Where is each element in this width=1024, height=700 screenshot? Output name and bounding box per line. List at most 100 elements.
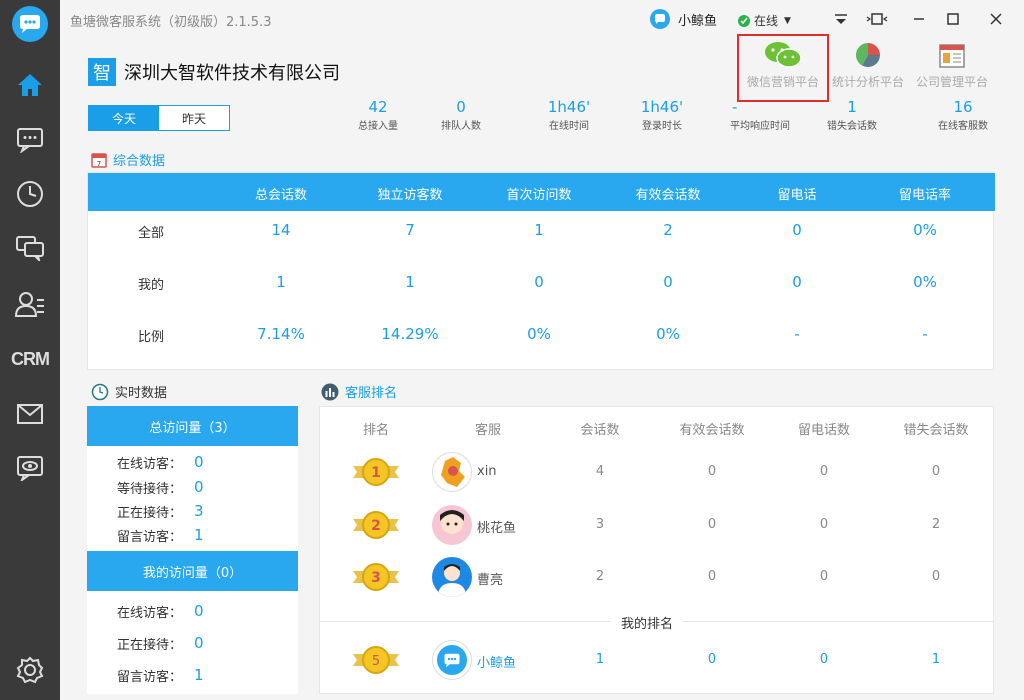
rank-cell: 0 — [707, 652, 717, 667]
row-label: 比例 — [138, 330, 165, 345]
day-tabs: 今天 昨天 — [88, 105, 230, 131]
stat-value: 1 — [847, 98, 857, 116]
agent-avatar — [432, 640, 472, 680]
agent-name: 曹亮 — [477, 573, 504, 588]
rank-cell: 0 — [707, 464, 717, 479]
dialog-icon[interactable] — [0, 228, 60, 268]
stat-value: 0 — [456, 98, 466, 116]
stats-platform-button[interactable]: 统计分析平台 — [828, 38, 908, 98]
rank-number: 2 — [371, 518, 381, 534]
realtime-title: 实时数据 — [115, 386, 168, 401]
ranking-title: 客服排名 — [345, 386, 398, 401]
table-cell: 0% — [656, 325, 680, 343]
rank-cell: 1 — [595, 652, 605, 667]
stat-total-access: 42 总接入量 — [333, 98, 423, 132]
rank-cell: 4 — [595, 464, 605, 479]
company-icon — [939, 44, 965, 68]
table-cell: 0 — [792, 221, 802, 239]
total-visits-bar: 总访问量（3） — [87, 406, 298, 446]
minimize-icon[interactable] — [908, 10, 930, 28]
rt-value: 0 — [194, 602, 204, 620]
my-visits-bar: 我的访问量（0） — [87, 551, 298, 591]
rank-cell: 0 — [707, 517, 717, 532]
stat-value: 16 — [953, 98, 973, 116]
rank-cell: 0 — [819, 652, 829, 667]
stat-missed: 1 错失会话数 — [807, 98, 897, 132]
medal-icon: 3 — [353, 563, 399, 591]
user-avatar — [650, 9, 670, 29]
stat-value: 1h46' — [640, 98, 684, 116]
agent-name: xin — [477, 464, 497, 479]
table-cell: 0% — [913, 273, 937, 291]
stat-label: 排队人数 — [441, 121, 481, 132]
rt-value: 1 — [194, 666, 204, 684]
status-dropdown[interactable]: 在线 ▼ — [738, 12, 791, 29]
rank-cell: 0 — [819, 464, 829, 479]
row-label: 全部 — [138, 226, 165, 241]
rt-label: 留言访客： — [117, 670, 183, 685]
close-icon[interactable] — [985, 10, 1007, 28]
table-cell: 1 — [534, 221, 544, 239]
realtime-section-header: 实时数据 — [91, 382, 167, 401]
table-cell: 0% — [527, 325, 551, 343]
rt-value: 0 — [194, 634, 204, 652]
rank-number: 1 — [371, 465, 381, 481]
table-cell: 14.29% — [381, 325, 439, 343]
realtime-panel: 总访问量（3） 在线访客： 0 等待接待： 0 正在接待： 3 留言访客： 1 我的访问… — [87, 406, 298, 694]
stat-value: 1h46' — [547, 98, 591, 116]
stat-label: 总接入量 — [358, 121, 398, 132]
rt-label: 在线访客： — [117, 457, 183, 472]
history-icon[interactable] — [0, 174, 60, 214]
user-name: 小鲸鱼 — [678, 13, 718, 29]
settings-icon[interactable] — [0, 650, 60, 690]
table-cell: 0% — [913, 221, 937, 239]
rank-header: 留电话数 — [797, 423, 850, 438]
monitor-icon[interactable] — [0, 448, 60, 488]
tab-today[interactable]: 今天 — [89, 106, 159, 130]
stat-value: - — [732, 98, 738, 116]
contacts-icon[interactable] — [0, 284, 60, 324]
maximize-icon[interactable] — [942, 10, 964, 28]
table-cell: 7 — [405, 221, 415, 239]
combined-table-header: 总会话数 独立访客数 首次访问数 有效会话数 留电话 留电话率 — [88, 173, 995, 211]
rt-label: 在线访客： — [117, 606, 183, 621]
table-cell: 0 — [663, 273, 673, 291]
mail-icon[interactable] — [0, 394, 60, 434]
rank-header: 排名 — [362, 423, 389, 438]
rank-cell: 0 — [819, 569, 829, 584]
ranking-section-header: 客服排名 — [321, 382, 397, 401]
stat-label: 错失会话数 — [827, 121, 877, 132]
chevron-down-icon: ▼ — [784, 15, 791, 26]
rank-cell: 1 — [931, 652, 941, 667]
realtime-row: 在线访客： 0 — [117, 453, 204, 472]
stat-login-duration: 1h46' 登录时长 — [617, 98, 707, 132]
fullscreen-icon[interactable] — [866, 10, 888, 28]
header-cell: 有效会话数 — [635, 188, 701, 203]
stat-online-agents: 16 在线客服数 — [918, 98, 1008, 132]
ranking-panel: 排名 客服 会话数 有效会话数 留电话数 错失会话数 1 xin 4 0 0 0… — [319, 406, 994, 694]
table-cell: 1 — [276, 273, 286, 291]
platform-label: 公司管理平台 — [915, 75, 988, 89]
agent-avatar — [432, 557, 472, 597]
clock-icon — [91, 383, 109, 400]
current-user[interactable]: 小鲸鱼 — [650, 9, 717, 29]
stat-value: 42 — [368, 98, 388, 116]
combined-title: 综合数据 — [113, 154, 166, 169]
combined-section-header: 7 综合数据 — [91, 150, 165, 169]
header-cell: 总会话数 — [254, 188, 307, 203]
rt-label: 正在接待： — [117, 638, 183, 653]
medal-icon: 5 — [353, 646, 399, 674]
tab-yesterday[interactable]: 昨天 — [159, 106, 229, 130]
company-platform-button[interactable]: 公司管理平台 — [912, 38, 992, 98]
platform-label: 统计分析平台 — [831, 75, 904, 89]
rank-header: 客服 — [474, 423, 501, 438]
chat-icon[interactable] — [0, 120, 60, 160]
table-cell: - — [794, 325, 800, 343]
menu-icon[interactable] — [830, 10, 852, 28]
home-icon[interactable] — [0, 65, 60, 105]
online-check-icon — [738, 14, 750, 27]
app-logo — [12, 6, 48, 42]
crm-nav[interactable]: CRM — [0, 339, 60, 379]
bar-chart-icon — [321, 383, 339, 400]
rank-cell: 3 — [595, 517, 605, 532]
